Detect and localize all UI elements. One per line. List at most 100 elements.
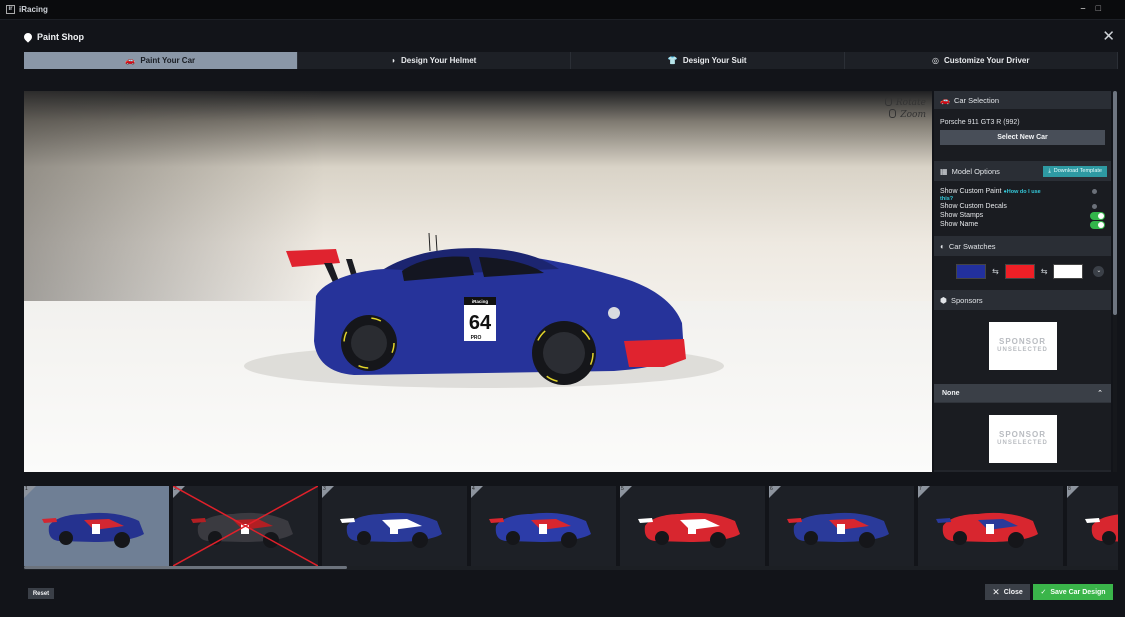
download-template-button[interactable]: ⤓ Download Template bbox=[1043, 165, 1107, 177]
tab-customize-your-driver[interactable]: ◎ Customize Your Driver bbox=[845, 52, 1118, 69]
sponsor-placeholder-text: UNSELECTED bbox=[997, 347, 1048, 353]
dialog-header: Paint Shop bbox=[16, 27, 1116, 47]
stamps-toggle[interactable] bbox=[1090, 211, 1105, 220]
paint-preset-thumbnail[interactable]: 8 bbox=[1067, 486, 1118, 566]
preset-car-image bbox=[42, 512, 145, 548]
sponsor-placeholder-text: SPONSOR bbox=[998, 337, 1046, 346]
tab-label: Design Your Helmet bbox=[401, 56, 477, 65]
chevron-up-icon: ⌃ bbox=[1097, 390, 1103, 397]
app-titlebar: ir iRacing –□ bbox=[0, 0, 1125, 19]
paint-preset-thumbnail[interactable]: 1 bbox=[24, 486, 169, 566]
dropdown-value: None bbox=[942, 389, 960, 397]
swatch-color-3[interactable] bbox=[1053, 264, 1084, 279]
close-icon: ✕ bbox=[992, 586, 1000, 597]
mouse-scroll-icon bbox=[889, 109, 897, 118]
carousel-scrollbar[interactable] bbox=[24, 566, 1118, 570]
show-stamps-row: Show Stamps bbox=[940, 211, 1105, 220]
custom-decals-toggle[interactable] bbox=[1092, 204, 1097, 209]
section-title: Sponsors bbox=[950, 295, 983, 305]
sponsor-dropdown[interactable]: None ⌃ bbox=[934, 384, 1111, 402]
car-swatches-header: ◐ Car Swatches bbox=[934, 236, 1111, 256]
sponsor-slot-2[interactable]: SPONSOR UNSELECTED bbox=[988, 415, 1057, 463]
car-selection-header: 🚗 Car Selection bbox=[934, 91, 1111, 109]
dialog-title: Paint Shop bbox=[37, 32, 84, 42]
app-title: iRacing bbox=[19, 5, 48, 14]
swatch-icon: ◐ bbox=[940, 241, 945, 251]
how-do-i-use-link-cont[interactable]: this? bbox=[940, 196, 953, 202]
tab-bar: 🚗 Paint Your Car ◗ Design Your Helmet 👕 Des… bbox=[24, 52, 1118, 69]
car-number: 64 bbox=[469, 312, 492, 334]
sponsor-icon: ⬢ bbox=[940, 295, 947, 305]
car-icon: 🚗 bbox=[940, 95, 950, 105]
how-do-i-use-link[interactable]: How do I use bbox=[1007, 189, 1041, 195]
sponsor-placeholder-text: UNSELECTED bbox=[997, 440, 1048, 446]
option-label: Show Custom Paint bbox=[940, 188, 1002, 195]
swap-icon[interactable]: ⇆ bbox=[1041, 267, 1048, 276]
paint-preset-thumbnail[interactable]: 6 bbox=[769, 486, 914, 566]
window-controls[interactable]: –□ bbox=[1081, 3, 1111, 13]
close-button[interactable]: ✕ Close bbox=[985, 584, 1030, 600]
download-icon: ⤓ bbox=[1048, 167, 1051, 174]
minimize-button[interactable]: – bbox=[1081, 3, 1096, 13]
car-render: 64 PRO iRacing bbox=[244, 232, 724, 388]
reset-button[interactable]: Reset bbox=[28, 588, 54, 599]
show-name-row: Show Name bbox=[940, 220, 1105, 229]
section-title: Model Options bbox=[951, 166, 1000, 176]
car-3d-viewport[interactable]: 64 PRO iRacing Rotate Zoom bbox=[24, 91, 932, 472]
option-label: Show Name bbox=[940, 221, 979, 228]
tab-label: Customize Your Driver bbox=[943, 56, 1030, 65]
chevron-down-icon[interactable]: ⌄ bbox=[1093, 266, 1105, 277]
helmet-icon: ◗ bbox=[391, 56, 397, 65]
dialog-close-button[interactable]: ✕ bbox=[1102, 29, 1115, 44]
name-toggle[interactable] bbox=[1090, 220, 1105, 229]
swatch-color-1[interactable] bbox=[956, 264, 986, 279]
paint-preset-thumbnail[interactable]: 4 bbox=[471, 486, 616, 566]
button-label: Save Car Design bbox=[1050, 588, 1106, 596]
suit-icon: 👕 bbox=[667, 56, 678, 65]
check-icon: ✓ bbox=[1040, 589, 1047, 596]
paint-drop-icon bbox=[22, 31, 34, 43]
maximize-button[interactable]: □ bbox=[1096, 3, 1111, 13]
sidebar-scrollbar[interactable] bbox=[1113, 91, 1117, 472]
show-custom-paint-row: Show Custom Paint ●How do I use bbox=[940, 187, 1105, 196]
paint-preset-thumbnail[interactable]: 5 bbox=[620, 486, 765, 566]
select-new-car-button[interactable]: Select New Car bbox=[940, 130, 1105, 145]
tab-paint-your-car[interactable]: 🚗 Paint Your Car bbox=[24, 52, 298, 69]
paint-preset-thumbnail[interactable]: 2 bbox=[173, 486, 318, 566]
preset-car-image bbox=[936, 512, 1038, 548]
custom-paint-toggle[interactable] bbox=[1092, 189, 1097, 194]
grid-icon: ▦ bbox=[940, 166, 948, 176]
tab-design-your-helmet[interactable]: ◗ Design Your Helmet bbox=[298, 52, 571, 69]
viewport-controls-hint: Rotate Zoom bbox=[884, 97, 926, 121]
swatch-color-2[interactable] bbox=[1004, 264, 1035, 279]
sponsors-header: ⬢ Sponsors bbox=[934, 290, 1111, 310]
model-options-header: ▦ Model Options ⤓ Download Template bbox=[934, 161, 1111, 181]
option-label: Show Stamps bbox=[940, 212, 984, 219]
car-sponsor-strip: iRacing bbox=[472, 299, 489, 304]
selected-car-name: Porsche 911 GT3 R (992) bbox=[940, 119, 1020, 126]
car-icon: 🚗 bbox=[125, 56, 136, 65]
save-car-design-button[interactable]: ✓ Save Car Design bbox=[1033, 584, 1113, 600]
paint-preset-carousel: 12345678 bbox=[24, 486, 1118, 566]
section-title: Car Selection bbox=[953, 95, 999, 105]
mouse-left-icon bbox=[884, 97, 892, 106]
driver-icon: ◎ bbox=[932, 56, 939, 65]
iracing-logo-icon: ir bbox=[6, 5, 15, 14]
button-label: Download Template bbox=[1053, 168, 1102, 174]
option-label: Show Custom Decals bbox=[940, 203, 1007, 210]
preset-car-image bbox=[340, 512, 442, 548]
preset-car-image bbox=[173, 486, 318, 566]
options-sidebar: 🚗 Car Selection Porsche 911 GT3 R (992) S… bbox=[934, 91, 1111, 472]
swap-icon[interactable]: ⇆ bbox=[992, 267, 999, 276]
paint-preset-thumbnail[interactable]: 7 bbox=[918, 486, 1063, 566]
tab-label: Design Your Suit bbox=[682, 56, 747, 65]
paint-preset-thumbnail[interactable]: 3 bbox=[322, 486, 467, 566]
tab-design-your-suit[interactable]: 👕 Design Your Suit bbox=[571, 52, 845, 69]
section-title: Car Swatches bbox=[948, 241, 996, 251]
car-class-label: PRO bbox=[471, 335, 482, 341]
rotate-hint: Rotate bbox=[895, 98, 926, 108]
sponsor-placeholder-text: SPONSOR bbox=[998, 430, 1046, 439]
sponsor-slot-1[interactable]: SPONSOR UNSELECTED bbox=[988, 322, 1057, 370]
tab-label: Paint Your Car bbox=[140, 56, 196, 65]
preset-car-image bbox=[787, 512, 889, 548]
